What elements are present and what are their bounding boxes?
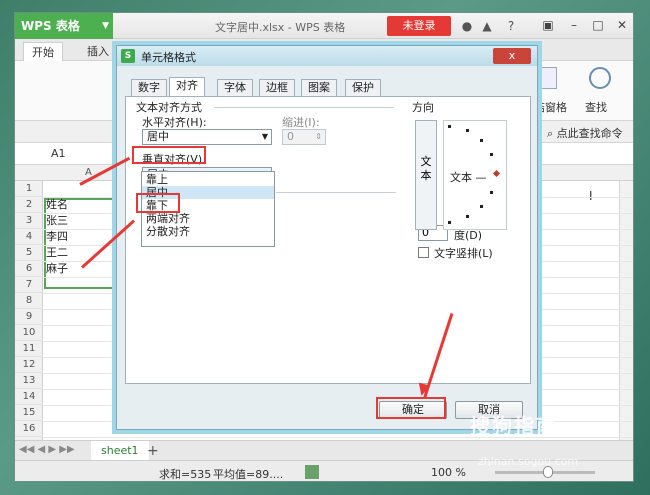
cell-a[interactable]: 麻子 xyxy=(46,262,68,275)
status-sum: 求和=535 xyxy=(159,468,212,481)
skin-icon[interactable]: ● xyxy=(459,18,475,34)
highlight-ok-button xyxy=(376,397,446,419)
row-number[interactable]: 16 xyxy=(15,421,43,437)
sheet-nav-arrows[interactable]: ◀◀ ◀ ▶ ▶▶ xyxy=(19,444,75,455)
dialog-title-bar: S 单元格格式 x xyxy=(117,46,537,66)
dial-dot xyxy=(448,125,451,128)
divider xyxy=(214,107,394,108)
wps-logo-icon: S xyxy=(121,49,135,63)
help-icon[interactable]: ? xyxy=(503,18,519,34)
document-title: 文字居中.xlsx - WPS 表格 xyxy=(215,21,346,34)
dial-text: 文本 — xyxy=(450,171,487,184)
row-number[interactable]: 9 xyxy=(15,309,43,325)
app-name: WPS 表格 xyxy=(21,19,80,33)
text-cursor-icon: I xyxy=(589,189,593,203)
maximize-button[interactable]: □ xyxy=(587,15,609,35)
dial-marker xyxy=(492,169,501,178)
text-align-section-label: 文本对齐方式 xyxy=(136,101,202,114)
row-number[interactable]: 8 xyxy=(15,293,43,309)
tab-pattern[interactable]: 图案 xyxy=(301,79,337,97)
search-icon[interactable] xyxy=(589,67,611,89)
row-number[interactable]: 2 xyxy=(15,197,43,213)
app-menu-button[interactable]: WPS 表格 ▼ xyxy=(15,13,113,39)
row-header: 1 2 3 4 5 6 7 8 9 10 11 12 13 14 15 16 xyxy=(15,181,43,440)
dial-dot xyxy=(466,215,469,218)
row-number[interactable]: 11 xyxy=(15,341,43,357)
highlight-center-option xyxy=(136,193,180,213)
vertical-text-button[interactable]: 文本 xyxy=(415,120,437,230)
zoom-level: 100 % xyxy=(431,466,466,479)
command-search[interactable]: ⌕ 点此查找命令 xyxy=(547,125,623,141)
indent-spinner[interactable]: 0 ⇕ xyxy=(282,129,326,145)
watermark-brand: 搜狗指南 xyxy=(470,414,558,438)
highlight-v-align-label xyxy=(132,146,206,164)
row-number[interactable]: 3 xyxy=(15,213,43,229)
vertical-scrollbar[interactable] xyxy=(619,181,633,440)
close-button[interactable]: ✕ xyxy=(611,15,633,35)
tab-home[interactable]: 开始 xyxy=(23,42,63,61)
find-label[interactable]: 查找 xyxy=(585,99,607,115)
row-number[interactable]: 13 xyxy=(15,373,43,389)
tab-insert[interactable]: 插入 xyxy=(79,42,117,61)
orientation-widget: 文本 文本 — xyxy=(411,114,511,274)
option-top[interactable]: 靠上 xyxy=(142,173,274,186)
cell-a[interactable]: 王二 xyxy=(46,246,68,259)
dial-dot xyxy=(490,191,493,194)
row-number[interactable]: 4 xyxy=(15,229,43,245)
dial-dot xyxy=(480,139,483,142)
format-cells-dialog: S 单元格格式 x 数字 对齐 字体 边框 图案 保护 文本对齐方式 水平对齐(… xyxy=(116,45,538,430)
orientation-dial[interactable]: 文本 — xyxy=(443,120,507,230)
tab-border[interactable]: 边框 xyxy=(259,79,295,97)
row-number[interactable]: 12 xyxy=(15,357,43,373)
tab-font[interactable]: 字体 xyxy=(217,79,253,97)
cell-a[interactable]: 姓名 xyxy=(46,198,68,211)
minimize-button[interactable]: – xyxy=(563,15,585,35)
option-justify[interactable]: 两端对齐 xyxy=(142,212,274,225)
tab-number[interactable]: 数字 xyxy=(131,79,167,97)
chevron-down-icon: ▼ xyxy=(261,132,268,141)
chevron-down-icon: ▼ xyxy=(102,21,109,31)
option-distributed[interactable]: 分散对齐 xyxy=(142,225,274,238)
dial-dot xyxy=(448,221,451,224)
cell-a[interactable]: 张三 xyxy=(46,214,68,227)
orientation-label: 方向 xyxy=(412,101,434,114)
row-number[interactable]: 10 xyxy=(15,325,43,341)
dialog-close-button[interactable]: x xyxy=(493,48,531,64)
h-align-label: 水平对齐(H): xyxy=(142,116,207,129)
row-number[interactable]: 7 xyxy=(15,277,43,293)
add-sheet-button[interactable]: + xyxy=(147,441,159,461)
login-button[interactable]: 未登录 xyxy=(387,16,451,36)
h-align-select[interactable]: 居中 ▼ xyxy=(142,129,272,145)
row-number[interactable]: 5 xyxy=(15,245,43,261)
dial-dot xyxy=(480,205,483,208)
search-icon: ⌕ xyxy=(547,127,557,140)
dial-dot xyxy=(466,129,469,132)
dialog-title: 单元格格式 xyxy=(141,51,196,64)
normal-view-icon[interactable] xyxy=(305,465,319,479)
indent-label: 缩进(I): xyxy=(282,116,320,129)
name-box[interactable]: A1 xyxy=(51,147,66,160)
sheet-tab[interactable]: sheet1 xyxy=(91,441,149,461)
title-bar: WPS 表格 ▼ 文字居中.xlsx - WPS 表格 未登录 ● ▲ ? ▣ … xyxy=(15,13,633,39)
row-number[interactable]: 1 xyxy=(15,181,43,197)
cell-a[interactable]: 李四 xyxy=(46,230,68,243)
status-average: 平均值=89.... xyxy=(213,468,284,481)
divider xyxy=(276,192,396,193)
watermark-url: zhinan.sogou.com xyxy=(478,455,579,468)
row-number[interactable]: 14 xyxy=(15,389,43,405)
tab-protection[interactable]: 保护 xyxy=(345,79,381,97)
shirt-icon[interactable]: ▲ xyxy=(479,18,495,34)
tab-alignment[interactable]: 对齐 xyxy=(169,77,205,97)
row-number[interactable]: 6 xyxy=(15,261,43,277)
row-number[interactable]: 15 xyxy=(15,405,43,421)
dial-dot xyxy=(490,153,493,156)
spinner-icon: ⇕ xyxy=(315,132,322,141)
restore-icon[interactable]: ▣ xyxy=(537,15,559,35)
